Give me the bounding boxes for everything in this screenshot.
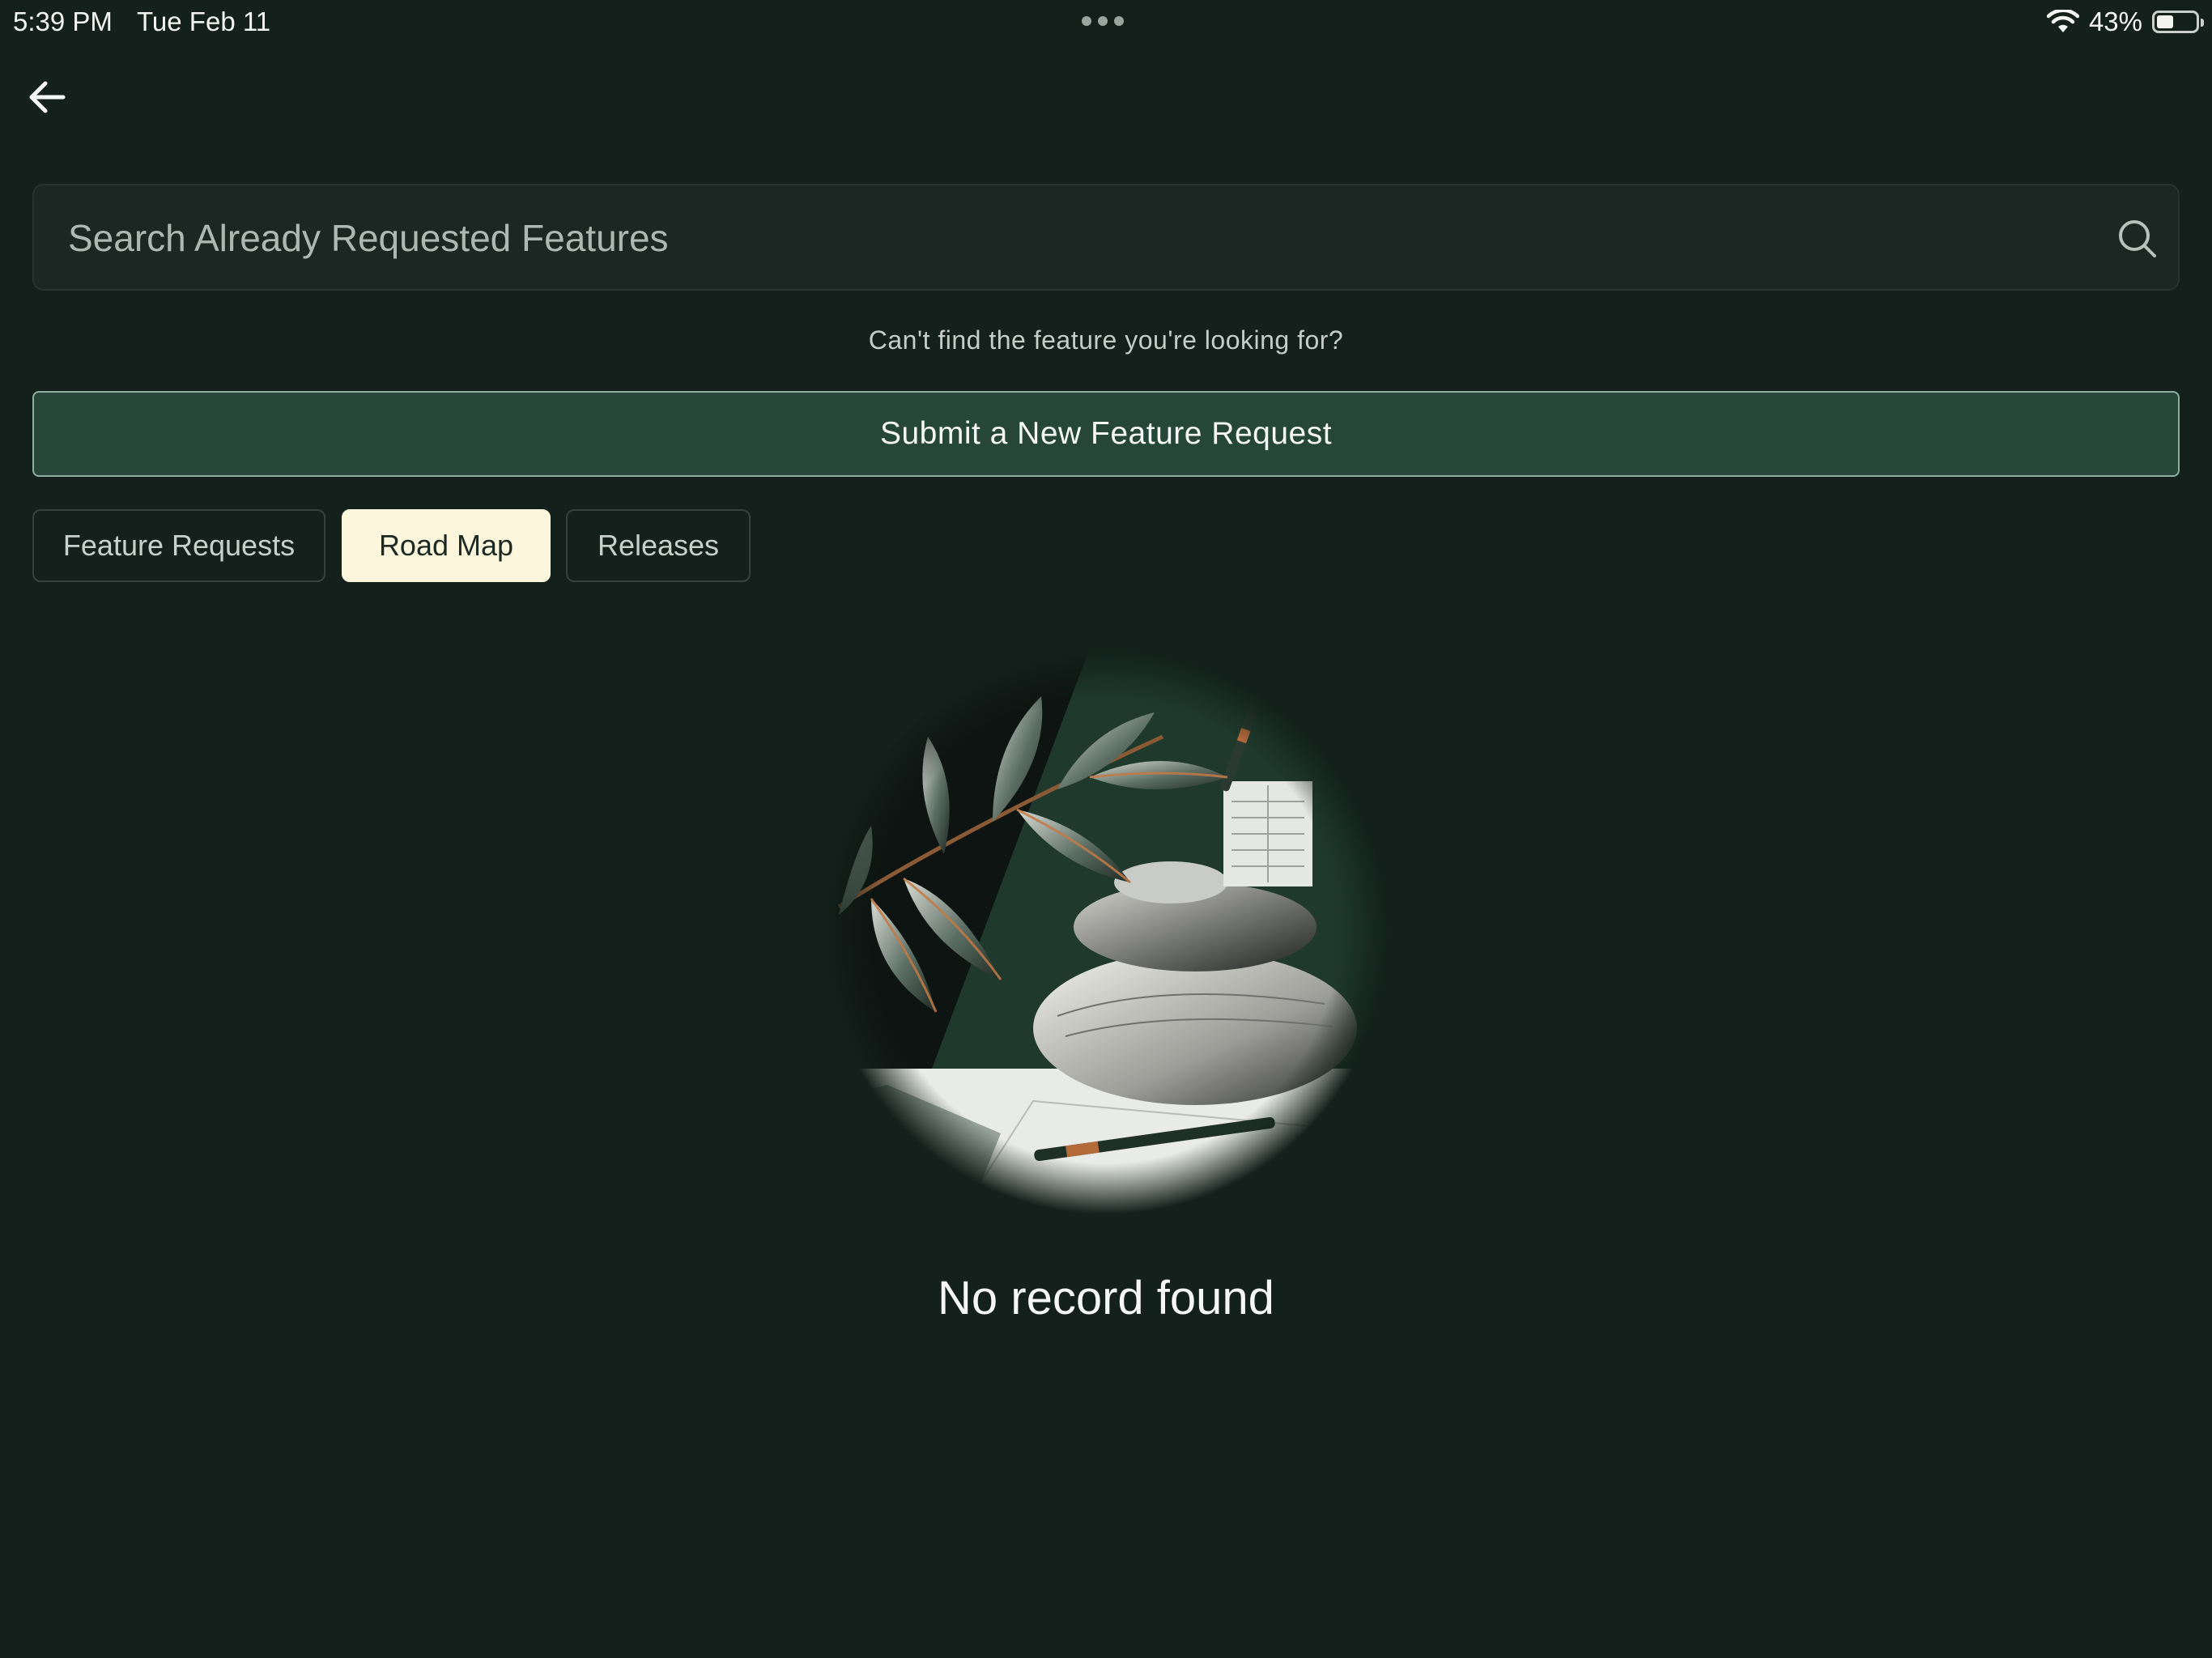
search-icon[interactable] [2115,216,2159,260]
status-time: 5:39 PM [13,6,113,36]
battery-level [2157,15,2173,28]
status-date: Tue Feb 11 [137,6,271,36]
tab-road-map[interactable]: Road Map [342,509,551,582]
tab-releases[interactable]: Releases [566,509,751,582]
status-bar: 5:39 PM Tue Feb 11 43% [0,0,2212,42]
back-button[interactable] [24,73,73,121]
no-record-message: No record found [938,1272,1274,1324]
search-box [32,184,2180,291]
arrow-left-icon [29,81,66,113]
battery-percent: 43% [2088,6,2142,36]
feature-request-screen: 5:39 PM Tue Feb 11 43% Search Already Re… [0,0,2212,1658]
multitask-dots-icon[interactable] [1082,16,1124,26]
zen-stones-leaves-illustration [823,648,1389,1214]
wifi-icon [2046,10,2079,32]
battery-icon [2152,11,2204,33]
status-right: 43% [2046,6,2204,37]
hint-text: Can't find the feature you're looking fo… [868,325,1344,355]
search-input[interactable] [66,185,2078,291]
tab-feature-requests[interactable]: Feature Requests [32,509,325,582]
submit-feature-request-button[interactable]: Submit a New Feature Request [32,391,2180,477]
